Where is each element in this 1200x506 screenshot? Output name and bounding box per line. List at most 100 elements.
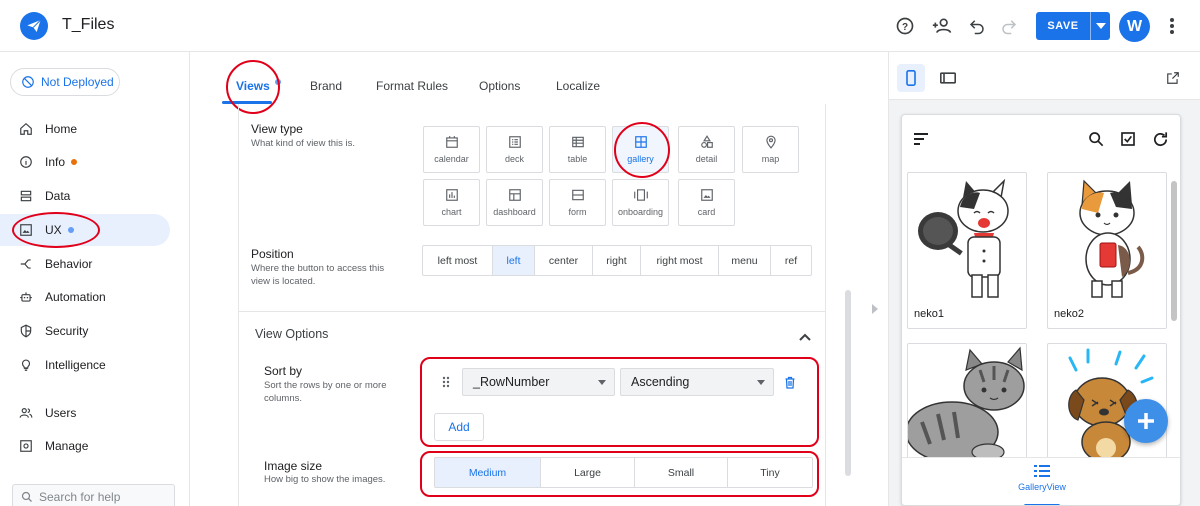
sidebar-item-ux[interactable]: UX [0, 214, 170, 246]
sidebar-item-security[interactable]: Security [0, 315, 170, 347]
preview-toolbar [889, 52, 1200, 100]
save-dropdown-icon[interactable] [1090, 12, 1110, 40]
tab-brand[interactable]: Brand [310, 79, 342, 93]
sidebar-item-automation[interactable]: Automation [0, 281, 170, 313]
view-type-desc: What kind of view this is. [251, 138, 356, 149]
tab-options[interactable]: Options [479, 79, 520, 93]
view-type-detail[interactable]: detail [678, 126, 735, 173]
view-type-chart[interactable]: chart [423, 179, 480, 226]
delete-icon[interactable] [784, 376, 796, 394]
view-type-calendar[interactable]: calendar [423, 126, 480, 173]
position-left-most[interactable]: left most [423, 246, 493, 275]
save-button[interactable]: SAVE [1036, 12, 1110, 40]
phone-preview-icon[interactable] [897, 64, 925, 92]
sidebar-item-label: Info [45, 155, 66, 169]
gallery-card[interactable]: neko2 [1047, 172, 1167, 329]
view-type-label: deck [504, 154, 524, 164]
undo-icon[interactable] [965, 14, 989, 38]
dashboard-icon [508, 189, 521, 201]
search-icon[interactable] [1085, 128, 1107, 150]
collapse-chevron-icon[interactable] [799, 328, 811, 346]
view-type-gallery[interactable]: gallery [612, 126, 669, 173]
select-checkbox-icon[interactable] [1117, 128, 1139, 150]
view-type-label: chart [441, 207, 462, 217]
add-person-icon[interactable] [930, 14, 954, 38]
sidebar-item-label: Intelligence [45, 358, 106, 372]
view-type-table[interactable]: table [549, 126, 606, 173]
view-type-label: gallery [627, 154, 654, 164]
collapse-preview-icon[interactable] [872, 304, 878, 314]
phone-preview: neko1 neko2 GalleryView [901, 114, 1181, 506]
sidebar-item-data[interactable]: Data [0, 180, 170, 212]
position-selector: left most left center right right most m… [422, 245, 812, 276]
view-type-label: form [568, 207, 587, 217]
view-type-label: dashboard [493, 207, 536, 217]
card-name: neko1 [914, 308, 944, 320]
position-right-most[interactable]: right most [641, 246, 719, 275]
phone-scrollbar[interactable] [1170, 171, 1177, 455]
notification-dot [67, 227, 74, 233]
view-type-deck[interactable]: deck [486, 126, 543, 173]
deploy-status-chip[interactable]: Not Deployed [10, 68, 120, 96]
sidebar-item-behavior[interactable]: Behavior [0, 248, 170, 280]
image-size-title: Image size [264, 459, 323, 473]
position-left[interactable]: left [493, 246, 535, 275]
position-menu[interactable]: menu [719, 246, 771, 275]
image-size-tiny[interactable]: Tiny [728, 458, 812, 487]
drag-handle-icon[interactable] [442, 375, 450, 393]
help-search-input[interactable]: Search for help [12, 484, 175, 506]
help-icon[interactable]: ? [893, 14, 917, 38]
add-record-fab[interactable] [1124, 399, 1168, 443]
tablet-preview-icon[interactable] [934, 64, 962, 92]
view-type-onboarding[interactable]: onboarding [612, 179, 669, 226]
refresh-icon[interactable] [1149, 128, 1171, 150]
view-type-form[interactable]: form [549, 179, 606, 226]
gallery-card[interactable]: neko1 [907, 172, 1027, 329]
section-divider [239, 311, 825, 312]
view-type-label: onboarding [617, 207, 664, 217]
app-title: T_Files [62, 16, 115, 33]
app-logo-icon[interactable] [20, 12, 48, 40]
phone-scrollbar-thumb[interactable] [1171, 181, 1177, 321]
image-size-small[interactable]: Small [635, 458, 728, 487]
sidebar-item-manage[interactable]: Manage [0, 430, 170, 462]
form-icon [571, 189, 584, 201]
sort-column-select[interactable]: _RowNumber [462, 368, 615, 396]
avatar[interactable]: W [1119, 11, 1150, 42]
tab-format-rules[interactable]: Format Rules [376, 79, 448, 93]
sidebar-item-users[interactable]: Users [0, 397, 170, 429]
table-icon [571, 136, 584, 148]
deploy-status-label: Not Deployed [41, 75, 114, 89]
more-vert-icon[interactable] [1160, 14, 1184, 38]
sidebar-item-intelligence[interactable]: Intelligence [0, 349, 170, 381]
detail-icon [700, 135, 713, 148]
chevron-down-icon [598, 380, 606, 385]
bottom-nav-gallery-view[interactable]: GalleryView [1002, 464, 1082, 492]
sort-order-select[interactable]: Ascending [620, 368, 774, 396]
sidebar-item-home[interactable]: Home [0, 113, 170, 145]
app-root: T_Files ? SAVE W Not Deployed Home Info … [0, 0, 1200, 506]
sidebar-item-label: Users [45, 406, 77, 420]
deck-icon [508, 136, 521, 148]
position-center[interactable]: center [535, 246, 593, 275]
sort-lines-icon[interactable] [910, 128, 932, 150]
shield-icon [18, 323, 34, 339]
gallery-card[interactable] [907, 343, 1027, 463]
image-size-large[interactable]: Large [541, 458, 635, 487]
image-size-selector: Medium Large Small Tiny [434, 457, 813, 488]
position-right[interactable]: right [593, 246, 641, 275]
plus-icon [1138, 413, 1154, 429]
notification-dot [71, 159, 78, 165]
view-type-card[interactable]: card [678, 179, 735, 226]
tab-views[interactable]: Views [236, 79, 282, 93]
position-ref[interactable]: ref [771, 246, 811, 275]
view-type-dashboard[interactable]: dashboard [486, 179, 543, 226]
sidebar-item-info[interactable]: Info [0, 146, 170, 178]
view-type-map[interactable]: map [742, 126, 799, 173]
open-external-icon[interactable] [1159, 64, 1187, 92]
redo-icon[interactable] [997, 14, 1021, 38]
add-sort-button[interactable]: Add [434, 413, 484, 441]
tab-localize[interactable]: Localize [556, 79, 600, 93]
image-size-medium[interactable]: Medium [435, 458, 541, 487]
editor-scrollbar[interactable] [845, 290, 851, 476]
